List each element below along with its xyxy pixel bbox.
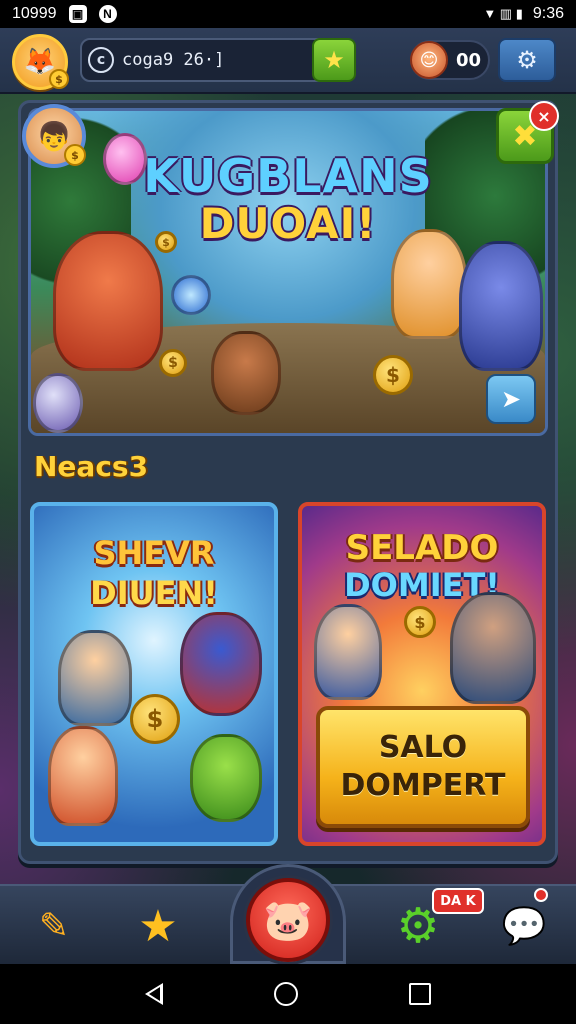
nav-item-chat[interactable]: 💬 xyxy=(492,894,556,958)
currency-counter[interactable]: 😊 00 xyxy=(410,40,490,80)
share-button[interactable]: ➤ xyxy=(486,374,536,424)
status-clock: 9:36 xyxy=(532,5,564,22)
event-card-left[interactable]: SHEVR DIUEN! $ xyxy=(30,502,278,846)
boy-character xyxy=(391,229,467,339)
notification-dot xyxy=(534,888,548,902)
wolf-character xyxy=(53,231,163,371)
home-icon[interactable] xyxy=(273,982,298,1006)
status-time-left: 10999 xyxy=(12,5,57,22)
gear-icon: ⚙ xyxy=(516,46,538,74)
coin-icon: $ xyxy=(159,349,187,377)
orb-decoration xyxy=(171,275,211,315)
explorer-character xyxy=(58,630,132,726)
event-card-right[interactable]: SELADO DOMIET! $ SALO DOMPERT xyxy=(298,502,546,846)
goblin-character xyxy=(190,734,262,822)
signal-icons: ▼ ▥ ▮ xyxy=(483,6,523,21)
gallery-icon: ▣ xyxy=(68,5,87,23)
card-title-line2: DIUEN! xyxy=(90,574,218,612)
player-avatar[interactable]: 🦊 $ xyxy=(12,34,69,90)
shark-character xyxy=(459,241,543,371)
close-button[interactable]: ✖ × xyxy=(496,101,559,164)
notification-badge: × xyxy=(529,101,559,131)
back-icon[interactable] xyxy=(145,983,164,1005)
star-icon: ★ xyxy=(323,46,345,74)
counter-value: 00 xyxy=(456,49,482,71)
cta-label-line1: SALO xyxy=(378,730,468,765)
coin-icon: $ xyxy=(130,694,180,744)
coin-icon: $ xyxy=(49,69,69,89)
coin-icon: $ xyxy=(155,231,177,253)
pirate-character xyxy=(211,331,281,415)
balloon-decoration xyxy=(103,133,147,185)
star-button[interactable]: ★ xyxy=(312,38,356,82)
recents-icon[interactable] xyxy=(408,983,431,1005)
search-icon: c xyxy=(88,47,114,73)
pig-icon: 🐷 xyxy=(263,897,313,944)
cta-button[interactable]: SALO DOMPERT xyxy=(316,706,530,828)
system-nav-bar xyxy=(0,964,576,1024)
coin-icon: $ xyxy=(64,144,86,166)
girl-character xyxy=(48,726,118,826)
pencil-icon: ✎ xyxy=(38,905,70,947)
nav-item-favorites[interactable]: ★ xyxy=(126,894,190,958)
hero-player-avatar[interactable]: 👦 $ xyxy=(22,104,86,168)
boy-character xyxy=(314,604,382,700)
cta-label-line2: DOMPERT xyxy=(340,768,506,803)
hero-banner[interactable]: KUGBLANS DUOAI! $ $ $ xyxy=(28,108,548,436)
status-bar: 10999 ▣ N ▼ ▥ ▮ 9:36 xyxy=(0,0,576,28)
character-face-icon: 😊 xyxy=(410,41,448,79)
search-text: coga9 26·] xyxy=(122,50,225,70)
masked-character xyxy=(180,612,262,716)
chat-icon: 💬 xyxy=(501,906,547,947)
search-input[interactable]: c coga9 26·] ★ xyxy=(80,38,356,82)
arrow-icon: ➤ xyxy=(500,385,522,413)
coin-icon: $ xyxy=(404,606,436,638)
n-icon: N xyxy=(98,5,117,23)
top-bar: 🦊 $ c coga9 26·] ★ 😊 00 ⚙ xyxy=(0,28,576,94)
egg-decoration xyxy=(33,373,83,433)
settings-button[interactable]: ⚙ xyxy=(498,38,556,82)
card-title-line1: SHEVR xyxy=(93,534,215,572)
card-title-line1: SELADO xyxy=(345,528,499,568)
soldier-character xyxy=(450,592,536,704)
star-icon: ★ xyxy=(138,900,178,952)
nav-badge: DA K xyxy=(432,888,484,914)
nav-item-home[interactable]: 🐷 xyxy=(246,878,330,962)
nav-item-edit[interactable]: ✎ xyxy=(22,894,86,958)
coin-icon: $ xyxy=(373,355,413,395)
section-heading: Neacs3 xyxy=(34,450,149,483)
